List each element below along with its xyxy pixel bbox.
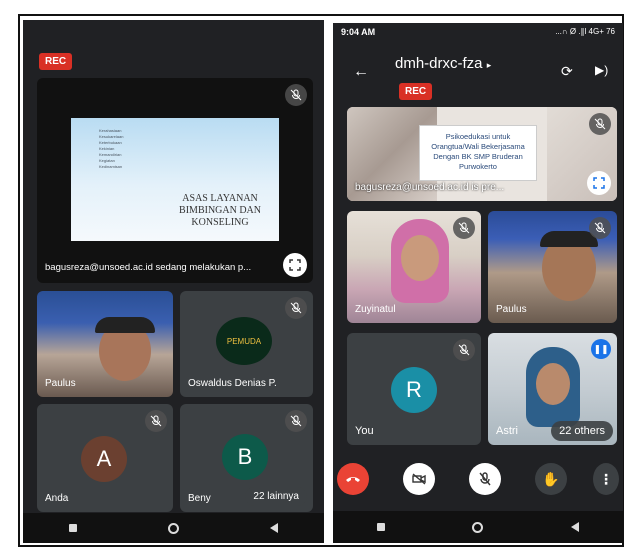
back-arrow-icon[interactable]: ← <box>353 63 369 81</box>
participant-name: Oswaldus Denias P. <box>188 378 277 389</box>
participant-name: Paulus <box>496 304 527 315</box>
participant-tile-astri[interactable]: ❚❚ Astri 22 others <box>488 333 617 445</box>
others-count-badge[interactable]: 22 lainnya <box>245 487 307 506</box>
hand-icon: ✋ <box>542 470 560 487</box>
participant-name: Paulus <box>45 378 76 389</box>
slide-title: ASAS LAYANAN BIMBINGAN DAN KONSELING <box>179 193 261 228</box>
chevron-right-icon: ▸ <box>486 60 492 70</box>
participant-name: You <box>355 425 374 437</box>
mic-off-icon <box>589 113 611 135</box>
speaker-icon[interactable]: ▶) <box>595 63 608 77</box>
recents-icon[interactable] <box>376 523 385 531</box>
rec-badge: REC <box>399 83 433 100</box>
participant-video <box>95 317 155 333</box>
left-phone-screen: REC Kerahasiaan Kesukarelaan Keterbukaan… <box>23 20 324 543</box>
others-count-badge[interactable]: 22 others <box>551 421 613 441</box>
participant-video <box>540 231 598 247</box>
phone-hangup-icon <box>346 477 360 482</box>
back-icon[interactable] <box>270 523 279 533</box>
mic-off-icon <box>479 472 491 486</box>
presentation-tile[interactable]: Psikoedukasi untuk Orangtua/Wali Bekerja… <box>347 107 617 201</box>
participant-video <box>401 235 439 281</box>
slide-text-box: Psikoedukasi untuk Orangtua/Wali Bekerja… <box>419 125 537 181</box>
presentation-tile[interactable]: Kerahasiaan Kesukarelaan Keterbukaan Kek… <box>37 78 313 283</box>
end-call-button[interactable] <box>337 463 369 495</box>
meeting-code[interactable]: dmh-drxc-fza ▸ <box>395 55 491 72</box>
participant-name: Beny <box>188 493 211 504</box>
back-icon[interactable] <box>571 522 580 532</box>
avatar-anda: A <box>81 436 127 482</box>
fullscreen-icon[interactable] <box>587 171 611 195</box>
participant-tile-oswaldus[interactable]: PEMUDA Oswaldus Denias P. <box>180 291 313 397</box>
participant-tile-anda[interactable]: A Anda <box>37 404 173 512</box>
raise-hand-button[interactable]: ✋ <box>535 463 567 495</box>
participant-video <box>536 363 570 405</box>
more-vert-icon: ⋮ <box>599 470 613 487</box>
more-options-button[interactable]: ⋮ <box>593 463 619 495</box>
mic-off-icon <box>453 217 475 239</box>
mic-off-icon <box>285 410 307 432</box>
status-icons: ...∩ Ø .∥l 4G+ 76 <box>555 27 615 36</box>
participant-tile-zuyinatul[interactable]: Zuyinatul <box>347 211 481 323</box>
slide-asas-layanan: Kerahasiaan Kesukarelaan Keterbukaan Kek… <box>71 118 279 241</box>
screenshot-frame: REC Kerahasiaan Kesukarelaan Keterbukaan… <box>18 14 624 547</box>
participant-name: Astri <box>496 425 518 437</box>
mic-off-icon <box>589 217 611 239</box>
avatar-beny: B <box>222 434 268 480</box>
mic-off-icon <box>285 84 307 106</box>
participant-name: Anda <box>45 493 69 504</box>
android-navbar <box>23 513 324 543</box>
mic-off-icon <box>285 297 307 319</box>
mic-toggle-button[interactable] <box>469 463 501 495</box>
participant-tile-paulus[interactable]: Paulus <box>488 211 617 323</box>
status-time: 9:04 AM <box>341 27 376 37</box>
mic-off-icon <box>453 339 475 361</box>
avatar-you: R <box>391 367 437 413</box>
home-icon[interactable] <box>167 522 179 534</box>
android-navbar <box>333 511 623 543</box>
participant-tile-beny[interactable]: B Beny 22 lainnya <box>180 404 313 512</box>
oswaldus-logo-avatar: PEMUDA <box>216 317 272 365</box>
presenter-caption: bagusreza@unsoed.ac.id sedang melakukan … <box>45 262 252 273</box>
participant-tile-paulus[interactable]: Paulus <box>37 291 173 397</box>
slide-bullet: Kedinamisan <box>99 164 123 169</box>
recents-icon[interactable] <box>68 524 77 532</box>
camera-toggle-button[interactable] <box>403 463 435 495</box>
home-icon[interactable] <box>472 521 484 533</box>
slide-bullets: Kerahasiaan Kesukarelaan Keterbukaan Kek… <box>99 128 123 170</box>
right-phone-screen: 9:04 AM ...∩ Ø .∥l 4G+ 76 ← dmh-drxc-fza… <box>333 23 623 543</box>
participant-tile-you[interactable]: R You <box>347 333 481 445</box>
mic-off-icon <box>145 410 167 432</box>
participant-name: Zuyinatul <box>355 304 396 315</box>
camera-off-icon <box>412 473 426 485</box>
switch-camera-icon[interactable]: ⟳ <box>561 63 573 80</box>
rec-badge: REC <box>39 53 73 70</box>
presenter-caption: bagusreza@unsoed.ac.id is pre... <box>355 182 505 193</box>
fullscreen-icon[interactable] <box>283 253 307 277</box>
speaking-indicator-icon: ❚❚ <box>591 339 611 359</box>
